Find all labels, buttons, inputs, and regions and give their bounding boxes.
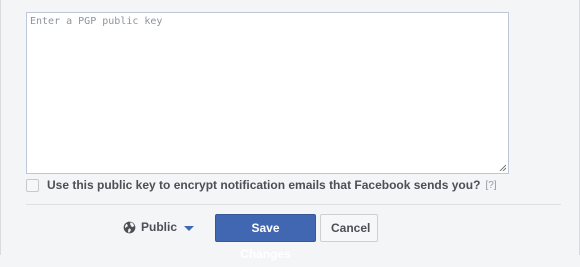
audience-label: Public: [141, 220, 178, 234]
encrypt-notifications-label[interactable]: Use this public key to encrypt notificat…: [47, 178, 480, 192]
pgp-settings-panel: Use this public key to encrypt notificat…: [0, 0, 580, 261]
resize-grip-icon[interactable]: [499, 164, 506, 171]
audience-selector[interactable]: Public: [123, 218, 195, 236]
footer-divider: [26, 204, 561, 205]
pgp-key-textarea[interactable]: [27, 13, 508, 173]
help-link[interactable]: [?]: [485, 180, 496, 191]
cancel-button[interactable]: Cancel: [320, 214, 378, 242]
encrypt-notifications-row: Use this public key to encrypt notificat…: [26, 177, 497, 193]
pgp-key-textarea-container: [26, 12, 509, 174]
globe-icon: [123, 221, 136, 233]
save-changes-button[interactable]: Save Changes: [215, 214, 316, 261]
encrypt-notifications-checkbox[interactable]: [26, 178, 39, 192]
caret-down-icon: [184, 225, 195, 231]
